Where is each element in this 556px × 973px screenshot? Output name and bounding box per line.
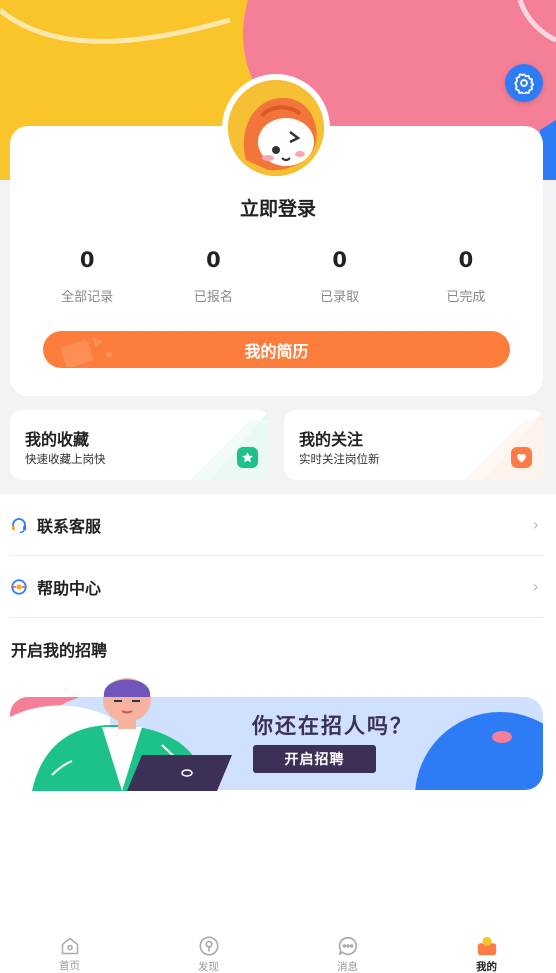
help-icon — [10, 578, 28, 596]
home-icon — [59, 935, 81, 956]
resume-button[interactable]: 我的简历 — [43, 331, 510, 368]
stat-value: 0 — [206, 248, 221, 272]
avatar[interactable] — [222, 74, 330, 182]
stat-applied[interactable]: 0 已报名 — [150, 246, 276, 305]
star-icon — [242, 452, 253, 463]
menu-item-help-center[interactable]: 帮助中心 › — [10, 556, 543, 618]
tab-label: 发现 — [198, 961, 219, 973]
tab-discover[interactable]: 发现 — [139, 925, 278, 973]
gear-icon — [514, 73, 535, 94]
tab-label: 首页 — [59, 960, 80, 972]
menu-item-label: 帮助中心 — [37, 578, 102, 598]
stat-value: 0 — [79, 248, 95, 272]
stat-label: 已完成 — [446, 290, 486, 305]
stat-label: 已录取 — [320, 290, 360, 305]
resume-button-label: 我的简历 — [244, 341, 309, 361]
stat-all-records[interactable]: 0 全部记录 — [24, 246, 150, 305]
menu-item-customer-service[interactable]: 联系客服 › — [10, 494, 543, 556]
tab-profile[interactable]: 我的 — [417, 925, 556, 973]
profile-icon — [476, 935, 498, 957]
stat-label: 全部记录 — [61, 290, 114, 305]
stat-hired[interactable]: 0 已录取 — [277, 246, 403, 305]
login-link[interactable]: 立即登录 — [0, 194, 556, 221]
recruit-banner[interactable]: 你还在招人吗？ 开启招聘 — [10, 675, 543, 791]
stat-completed[interactable]: 0 已完成 — [403, 246, 529, 305]
chevron-right-icon: › — [532, 577, 539, 596]
follows-card[interactable]: 我的关注 实时关注岗位新 — [284, 410, 544, 480]
recruiter-illustration — [32, 678, 232, 791]
card-decoration — [464, 410, 544, 480]
start-recruiting-button[interactable]: 开启招聘 — [253, 745, 376, 773]
bottom-tab-bar: 首页 发现 消息 我的 — [0, 925, 556, 973]
headset-icon — [10, 516, 28, 534]
chevron-right-icon: › — [532, 515, 539, 534]
favorites-subtitle: 快速收藏上岗快 — [25, 452, 106, 466]
stats-row: 0 全部记录 0 已报名 0 已录取 0 已完成 — [24, 246, 529, 305]
favorites-title: 我的收藏 — [25, 430, 90, 449]
stat-value: 0 — [332, 248, 347, 272]
follows-title: 我的关注 — [299, 430, 364, 449]
discover-icon — [198, 935, 220, 957]
stat-value: 0 — [458, 248, 474, 272]
settings-button[interactable] — [505, 64, 543, 102]
recruit-section-title: 开启我的招聘 — [11, 641, 108, 660]
menu-item-label: 联系客服 — [37, 516, 102, 536]
tab-home[interactable]: 首页 — [0, 925, 139, 973]
card-decoration — [190, 410, 270, 480]
avatar-mascot-icon — [228, 80, 324, 176]
stat-label: 已报名 — [193, 290, 233, 305]
banner-headline: 你还在招人吗？ — [252, 714, 413, 738]
tab-label: 我的 — [476, 961, 497, 973]
favorites-card[interactable]: 我的收藏 快速收藏上岗快 — [10, 410, 270, 480]
document-decoration-icon — [61, 337, 112, 367]
message-icon — [337, 935, 359, 957]
follows-badge — [511, 447, 532, 468]
tab-label: 消息 — [337, 961, 358, 973]
heart-icon — [517, 453, 526, 463]
follows-subtitle: 实时关注岗位新 — [299, 452, 380, 466]
tab-messages[interactable]: 消息 — [278, 925, 417, 973]
favorites-badge — [237, 447, 258, 468]
